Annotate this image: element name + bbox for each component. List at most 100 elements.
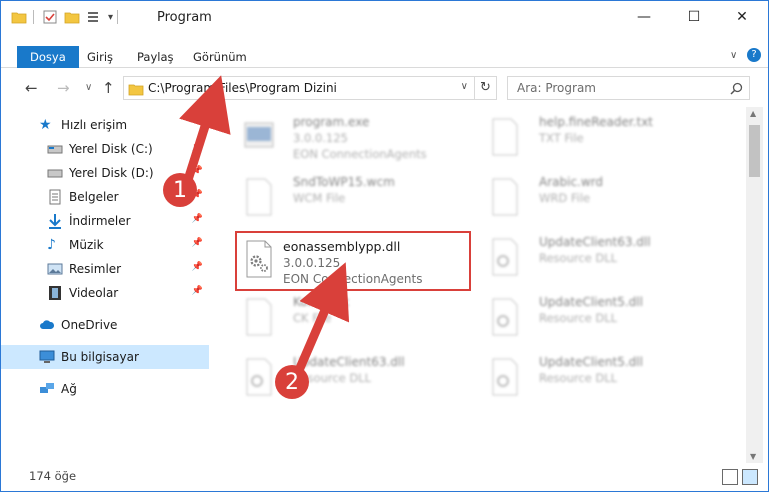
recent-dropdown-icon[interactable]: ∨ [85,82,92,93]
sidebar-item-downloads[interactable]: İndirmeler 📌 [1,209,209,233]
file-item[interactable]: program.exe 3.0.0.125 EON ConnectionAgen… [237,111,467,167]
customize-dropdown-icon[interactable]: ▾ [108,12,113,23]
drive-icon [47,169,63,178]
file-name: eonassemblypp.dll [283,239,401,254]
generic-file-icon [492,178,518,216]
up-arrow-icon[interactable]: ↑ [102,79,115,97]
sidebar-item-local-disk-c[interactable]: Yerel Disk (C:) 📌 [1,137,209,161]
callout-two-badge: 2 [275,365,309,399]
tab-dosya[interactable]: Dosya [17,46,79,68]
sidebar-item-label: Videolar [69,286,119,300]
sidebar-item-music[interactable]: ♪ Müzik 📌 [1,233,209,257]
generic-file-icon [246,178,272,216]
file-item[interactable]: Kompletk CK File [237,291,467,347]
text-file-icon [492,118,518,156]
tab-gorunum[interactable]: Görünüm [193,46,247,68]
new-folder-icon[interactable] [64,9,80,25]
help-icon[interactable]: ? [747,48,761,62]
item-count: 174 öğe [29,469,77,483]
pin-icon: 📌 [191,286,203,296]
file-item[interactable]: help.fineReader.txt TXT File [483,111,713,167]
sidebar-item-label: Yerel Disk (C:) [69,142,153,156]
tiles-view-icon[interactable] [742,469,758,485]
file-company: EON ConnectionAgents [293,147,427,161]
file-item[interactable]: UpdateClient63.dll Resource DLL [483,231,713,287]
file-company: EON ConnectionAgents [283,272,423,286]
exe-file-icon [244,122,274,148]
file-name: program.exe [293,115,370,129]
dll-file-icon [492,298,518,336]
minimize-button[interactable]: — [621,1,667,33]
tab-paylas[interactable]: Paylaş [137,46,174,68]
highlighted-file-item[interactable]: eonassemblypp.dll 3.0.0.125 EON Connecti… [235,231,471,291]
quick-access-toolbar: ▾ [11,9,119,25]
back-arrow-icon[interactable]: ← [25,79,38,97]
generic-file-icon [246,298,272,336]
sidebar-item-label: İndirmeler [69,214,131,228]
file-type: Resource DLL [539,251,618,265]
computer-icon [39,350,55,363]
sidebar-item-label: Resimler [69,262,122,276]
scroll-up-icon[interactable]: ▲ [750,109,756,118]
file-name: UpdateClient5.dll [539,355,643,369]
pin-icon: 📌 [191,142,203,152]
sidebar-item-quick-access[interactable]: ★ Hızlı erişim [1,113,209,137]
refresh-icon[interactable]: ↻ [474,77,496,99]
file-item[interactable]: Arabic.wrd WRD File [483,171,713,227]
file-name: UpdateClient5.dll [539,295,643,309]
folder-icon[interactable] [11,9,27,25]
file-type: WCM File [293,191,346,205]
sidebar-item-network[interactable]: Ağ [1,377,209,401]
expand-ribbon-icon[interactable]: ∨ [730,50,737,61]
ribbon-tabs: Dosya Giriş Paylaş Görünüm ∨ ? [1,46,768,68]
callout-one-badge: 1 [163,173,197,207]
sidebar-item-this-pc[interactable]: Bu bilgisayar [1,345,209,369]
address-bar[interactable]: C:\Program Files\Program Dizini ∨ ↻ [123,76,497,100]
rename-icon[interactable] [86,9,102,25]
sidebar-item-label: Bu bilgisayar [61,350,139,364]
forward-arrow-icon[interactable]: → [57,79,70,97]
sidebar-item-label: Hızlı erişim [61,118,128,132]
sidebar-item-label: OneDrive [61,318,118,332]
dll-file-icon [246,358,272,396]
vertical-scrollbar[interactable]: ▲ ▼ [746,107,763,463]
title-bar: ▾ Program — ☐ ✕ [1,1,768,35]
properties-icon[interactable] [42,9,58,25]
file-type: CK File [293,311,332,325]
sidebar-item-onedrive[interactable]: OneDrive [1,313,209,337]
download-icon [49,214,61,229]
view-toggle [718,469,758,485]
file-item[interactable]: UpdateClient5.dll Resource DLL [483,291,713,347]
sidebar-item-label: Belgeler [69,190,119,204]
file-name: Kompletk [293,295,350,309]
search-input[interactable]: Ara: Program [507,76,750,100]
pin-icon: 📌 [191,214,203,224]
search-icon[interactable] [730,82,743,95]
pictures-icon [47,263,63,275]
maximize-button[interactable]: ☐ [671,1,717,33]
file-name: SndToWP15.wcm [293,175,395,189]
file-type: TXT File [539,131,584,145]
dll-file-icon [492,238,518,276]
dll-gear-file-icon [246,240,272,278]
details-view-icon[interactable] [722,469,738,485]
file-item[interactable]: UpdateClient63.dll Resource DLL [237,351,467,407]
sidebar-item-pictures[interactable]: Resimler 📌 [1,257,209,281]
sidebar-item-label: Yerel Disk (D:) [69,166,154,180]
scroll-down-icon[interactable]: ▼ [750,452,756,461]
address-dropdown-icon[interactable]: ∨ [461,81,468,92]
sidebar-item-videos[interactable]: Videolar 📌 [1,281,209,305]
file-item[interactable]: SndToWP15.wcm WCM File [237,171,467,227]
file-version: 3.0.0.125 [283,256,341,270]
file-type: Resource DLL [539,371,618,385]
pin-icon: 📌 [191,262,203,272]
sidebar-item-label: Müzik [69,238,104,252]
divider [117,10,119,24]
pin-icon: 📌 [191,238,203,248]
tab-giris[interactable]: Giriş [87,46,113,68]
divider [33,10,34,24]
folder-icon [128,84,144,96]
scroll-thumb[interactable] [749,125,760,177]
file-item[interactable]: UpdateClient5.dll Resource DLL [483,351,713,407]
close-button[interactable]: ✕ [719,1,765,33]
